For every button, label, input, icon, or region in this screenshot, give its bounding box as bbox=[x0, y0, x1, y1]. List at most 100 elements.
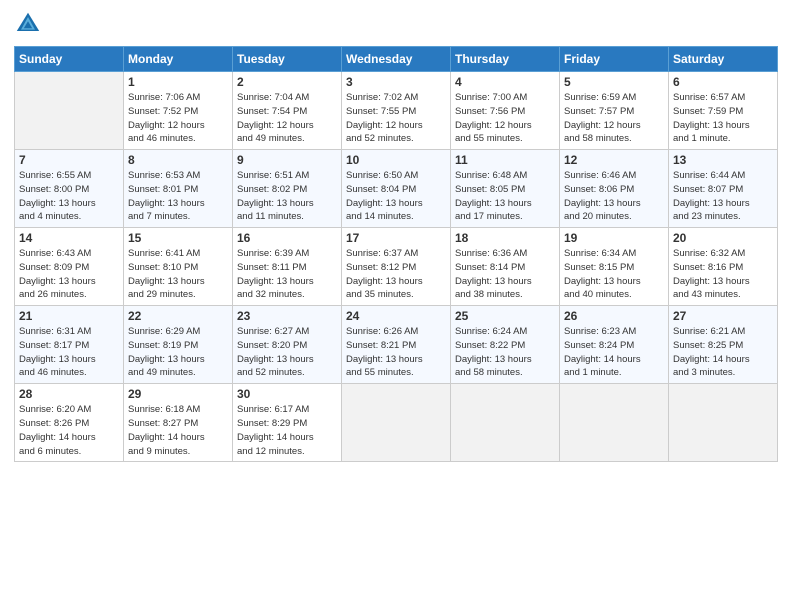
calendar-header-friday: Friday bbox=[560, 47, 669, 72]
day-info: Sunrise: 6:27 AM Sunset: 8:20 PM Dayligh… bbox=[237, 325, 337, 380]
day-number: 2 bbox=[237, 75, 337, 89]
calendar-header-saturday: Saturday bbox=[669, 47, 778, 72]
calendar-cell: 25 Sunrise: 6:24 AM Sunset: 8:22 PM Dayli… bbox=[451, 306, 560, 384]
calendar-cell: 14 Sunrise: 6:43 AM Sunset: 8:09 PM Dayli… bbox=[15, 228, 124, 306]
calendar-cell: 26 Sunrise: 6:23 AM Sunset: 8:24 PM Dayli… bbox=[560, 306, 669, 384]
calendar-cell: 4 Sunrise: 7:00 AM Sunset: 7:56 PM Daylig… bbox=[451, 72, 560, 150]
day-number: 4 bbox=[455, 75, 555, 89]
day-number: 9 bbox=[237, 153, 337, 167]
calendar-header-row: SundayMondayTuesdayWednesdayThursdayFrid… bbox=[15, 47, 778, 72]
day-number: 28 bbox=[19, 387, 119, 401]
calendar-cell: 13 Sunrise: 6:44 AM Sunset: 8:07 PM Dayli… bbox=[669, 150, 778, 228]
calendar-cell bbox=[669, 384, 778, 462]
calendar-cell bbox=[560, 384, 669, 462]
page: SundayMondayTuesdayWednesdayThursdayFrid… bbox=[0, 0, 792, 612]
day-info: Sunrise: 6:41 AM Sunset: 8:10 PM Dayligh… bbox=[128, 247, 228, 302]
day-info: Sunrise: 6:34 AM Sunset: 8:15 PM Dayligh… bbox=[564, 247, 664, 302]
calendar-cell: 10 Sunrise: 6:50 AM Sunset: 8:04 PM Dayli… bbox=[342, 150, 451, 228]
logo bbox=[14, 10, 46, 38]
calendar-cell: 1 Sunrise: 7:06 AM Sunset: 7:52 PM Daylig… bbox=[124, 72, 233, 150]
calendar-cell: 23 Sunrise: 6:27 AM Sunset: 8:20 PM Dayli… bbox=[233, 306, 342, 384]
day-number: 1 bbox=[128, 75, 228, 89]
calendar-cell: 24 Sunrise: 6:26 AM Sunset: 8:21 PM Dayli… bbox=[342, 306, 451, 384]
calendar-cell: 7 Sunrise: 6:55 AM Sunset: 8:00 PM Daylig… bbox=[15, 150, 124, 228]
calendar-cell: 17Sunrise: 6:37 AM Sunset: 8:12 PM Dayli… bbox=[342, 228, 451, 306]
day-info: Sunrise: 6:20 AM Sunset: 8:26 PM Dayligh… bbox=[19, 403, 119, 458]
calendar-header-thursday: Thursday bbox=[451, 47, 560, 72]
day-number: 12 bbox=[564, 153, 664, 167]
day-info: Sunrise: 6:51 AM Sunset: 8:02 PM Dayligh… bbox=[237, 169, 337, 224]
day-number: 18 bbox=[455, 231, 555, 245]
header bbox=[14, 10, 778, 38]
calendar-cell: 5 Sunrise: 6:59 AM Sunset: 7:57 PM Daylig… bbox=[560, 72, 669, 150]
calendar-cell: 18 Sunrise: 6:36 AM Sunset: 8:14 PM Dayli… bbox=[451, 228, 560, 306]
calendar-cell: 2Sunrise: 7:04 AM Sunset: 7:54 PM Daylig… bbox=[233, 72, 342, 150]
day-number: 11 bbox=[455, 153, 555, 167]
day-info: Sunrise: 6:44 AM Sunset: 8:07 PM Dayligh… bbox=[673, 169, 773, 224]
day-number: 22 bbox=[128, 309, 228, 323]
day-info: Sunrise: 6:31 AM Sunset: 8:17 PM Dayligh… bbox=[19, 325, 119, 380]
calendar-cell bbox=[451, 384, 560, 462]
calendar-week-2: 7 Sunrise: 6:55 AM Sunset: 8:00 PM Daylig… bbox=[15, 150, 778, 228]
day-number: 13 bbox=[673, 153, 773, 167]
day-info: Sunrise: 7:02 AM Sunset: 7:55 PM Dayligh… bbox=[346, 91, 446, 146]
day-info: Sunrise: 6:37 AM Sunset: 8:12 PM Dayligh… bbox=[346, 247, 446, 302]
calendar-cell: 11 Sunrise: 6:48 AM Sunset: 8:05 PM Dayli… bbox=[451, 150, 560, 228]
calendar-week-3: 14 Sunrise: 6:43 AM Sunset: 8:09 PM Dayli… bbox=[15, 228, 778, 306]
calendar-cell: 20Sunrise: 6:32 AM Sunset: 8:16 PM Dayli… bbox=[669, 228, 778, 306]
calendar-week-4: 21 Sunrise: 6:31 AM Sunset: 8:17 PM Dayli… bbox=[15, 306, 778, 384]
calendar-cell: 9 Sunrise: 6:51 AM Sunset: 8:02 PM Daylig… bbox=[233, 150, 342, 228]
day-number: 24 bbox=[346, 309, 446, 323]
calendar-cell: 6 Sunrise: 6:57 AM Sunset: 7:59 PM Daylig… bbox=[669, 72, 778, 150]
day-info: Sunrise: 6:43 AM Sunset: 8:09 PM Dayligh… bbox=[19, 247, 119, 302]
day-info: Sunrise: 6:39 AM Sunset: 8:11 PM Dayligh… bbox=[237, 247, 337, 302]
day-number: 5 bbox=[564, 75, 664, 89]
day-info: Sunrise: 6:36 AM Sunset: 8:14 PM Dayligh… bbox=[455, 247, 555, 302]
calendar-cell: 19Sunrise: 6:34 AM Sunset: 8:15 PM Dayli… bbox=[560, 228, 669, 306]
day-info: Sunrise: 6:57 AM Sunset: 7:59 PM Dayligh… bbox=[673, 91, 773, 146]
calendar-cell: 3Sunrise: 7:02 AM Sunset: 7:55 PM Daylig… bbox=[342, 72, 451, 150]
day-number: 6 bbox=[673, 75, 773, 89]
calendar-cell: 27 Sunrise: 6:21 AM Sunset: 8:25 PM Dayli… bbox=[669, 306, 778, 384]
calendar-week-5: 28 Sunrise: 6:20 AM Sunset: 8:26 PM Dayli… bbox=[15, 384, 778, 462]
day-number: 15 bbox=[128, 231, 228, 245]
day-info: Sunrise: 6:50 AM Sunset: 8:04 PM Dayligh… bbox=[346, 169, 446, 224]
day-number: 7 bbox=[19, 153, 119, 167]
calendar-header-monday: Monday bbox=[124, 47, 233, 72]
day-number: 21 bbox=[19, 309, 119, 323]
day-info: Sunrise: 6:17 AM Sunset: 8:29 PM Dayligh… bbox=[237, 403, 337, 458]
day-info: Sunrise: 6:18 AM Sunset: 8:27 PM Dayligh… bbox=[128, 403, 228, 458]
day-info: Sunrise: 7:00 AM Sunset: 7:56 PM Dayligh… bbox=[455, 91, 555, 146]
day-number: 16 bbox=[237, 231, 337, 245]
calendar-cell: 22Sunrise: 6:29 AM Sunset: 8:19 PM Dayli… bbox=[124, 306, 233, 384]
day-number: 20 bbox=[673, 231, 773, 245]
day-info: Sunrise: 6:24 AM Sunset: 8:22 PM Dayligh… bbox=[455, 325, 555, 380]
calendar-header-wednesday: Wednesday bbox=[342, 47, 451, 72]
day-number: 10 bbox=[346, 153, 446, 167]
day-number: 26 bbox=[564, 309, 664, 323]
calendar-header-sunday: Sunday bbox=[15, 47, 124, 72]
calendar-cell: 30Sunrise: 6:17 AM Sunset: 8:29 PM Dayli… bbox=[233, 384, 342, 462]
day-info: Sunrise: 6:26 AM Sunset: 8:21 PM Dayligh… bbox=[346, 325, 446, 380]
calendar-cell: 21 Sunrise: 6:31 AM Sunset: 8:17 PM Dayli… bbox=[15, 306, 124, 384]
calendar-cell: 16 Sunrise: 6:39 AM Sunset: 8:11 PM Dayli… bbox=[233, 228, 342, 306]
day-number: 8 bbox=[128, 153, 228, 167]
day-info: Sunrise: 6:53 AM Sunset: 8:01 PM Dayligh… bbox=[128, 169, 228, 224]
day-number: 14 bbox=[19, 231, 119, 245]
day-info: Sunrise: 7:06 AM Sunset: 7:52 PM Dayligh… bbox=[128, 91, 228, 146]
day-info: Sunrise: 6:23 AM Sunset: 8:24 PM Dayligh… bbox=[564, 325, 664, 380]
day-info: Sunrise: 6:55 AM Sunset: 8:00 PM Dayligh… bbox=[19, 169, 119, 224]
day-number: 29 bbox=[128, 387, 228, 401]
calendar-cell: 28 Sunrise: 6:20 AM Sunset: 8:26 PM Dayli… bbox=[15, 384, 124, 462]
calendar-cell bbox=[15, 72, 124, 150]
day-info: Sunrise: 6:59 AM Sunset: 7:57 PM Dayligh… bbox=[564, 91, 664, 146]
calendar-cell: 12Sunrise: 6:46 AM Sunset: 8:06 PM Dayli… bbox=[560, 150, 669, 228]
day-number: 25 bbox=[455, 309, 555, 323]
day-number: 23 bbox=[237, 309, 337, 323]
calendar-header-tuesday: Tuesday bbox=[233, 47, 342, 72]
calendar-table: SundayMondayTuesdayWednesdayThursdayFrid… bbox=[14, 46, 778, 462]
day-info: Sunrise: 6:48 AM Sunset: 8:05 PM Dayligh… bbox=[455, 169, 555, 224]
calendar-cell: 29 Sunrise: 6:18 AM Sunset: 8:27 PM Dayli… bbox=[124, 384, 233, 462]
day-number: 27 bbox=[673, 309, 773, 323]
day-info: Sunrise: 6:21 AM Sunset: 8:25 PM Dayligh… bbox=[673, 325, 773, 380]
